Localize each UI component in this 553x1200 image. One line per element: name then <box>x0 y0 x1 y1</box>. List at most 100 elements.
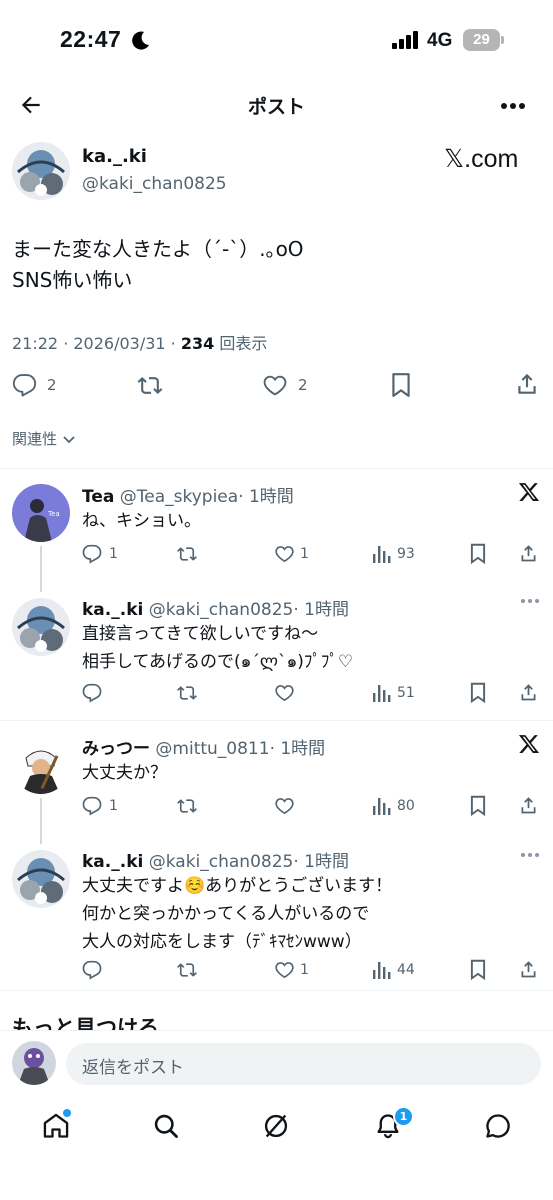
repost-button[interactable] <box>176 544 198 564</box>
reply-button[interactable] <box>82 796 102 816</box>
chevron-down-icon <box>62 435 76 445</box>
reply-time: · 1時間 <box>293 600 349 620</box>
like-button[interactable] <box>274 544 295 564</box>
avatar[interactable] <box>12 850 70 908</box>
like-button[interactable] <box>274 960 295 980</box>
like-count: 2 <box>298 376 308 394</box>
view-count: 80 <box>397 798 415 814</box>
like-button[interactable] <box>262 373 288 398</box>
view-count: 234 <box>180 334 215 353</box>
network-label: 4G <box>427 30 453 51</box>
avatar[interactable] <box>12 598 70 656</box>
x-logo-icon <box>518 481 540 503</box>
bookmark-button[interactable] <box>469 543 487 564</box>
divider <box>0 720 553 721</box>
signal-icon <box>392 31 420 49</box>
view-count: 51 <box>397 685 415 701</box>
author-name[interactable]: ka._.ki <box>82 852 143 872</box>
reply-header: ka._.ki @kaki_chan0825· 1時間 <box>82 847 349 872</box>
share-button[interactable] <box>514 371 540 397</box>
views-icon[interactable] <box>372 960 392 980</box>
battery-cap <box>501 36 504 44</box>
messages-icon[interactable] <box>484 1112 512 1140</box>
like-button[interactable] <box>274 796 295 816</box>
author-name[interactable]: Tea <box>82 487 114 507</box>
reply-text-line: 直接言ってきて欲しいですね〜 <box>82 624 319 644</box>
share-button[interactable] <box>518 543 539 564</box>
more-options-icon[interactable] <box>520 598 540 604</box>
reply-text-line: 何かと突っかかってくる人がいるので <box>82 904 370 924</box>
search-icon[interactable] <box>152 1112 180 1140</box>
divider <box>0 468 553 469</box>
page-title: ポスト <box>247 96 305 118</box>
moon-icon <box>132 30 150 50</box>
views-icon[interactable] <box>372 544 392 564</box>
reply-button[interactable] <box>12 373 37 398</box>
divider <box>0 990 553 991</box>
share-button[interactable] <box>518 795 539 816</box>
bookmark-button[interactable] <box>390 372 412 398</box>
reply-button[interactable] <box>82 683 102 703</box>
home-notification-dot <box>61 1107 73 1119</box>
view-count: 93 <box>397 546 415 562</box>
more-options-icon[interactable] <box>500 102 526 110</box>
grok-icon[interactable] <box>262 1112 290 1140</box>
svg-text:Tea: Tea <box>47 510 60 518</box>
reply-button[interactable] <box>82 544 102 564</box>
reply-time: · 1時間 <box>269 739 326 759</box>
reply-text-line: 相手してあげるので(๑´ლ`๑)ﾌﾟﾌﾟ♡ <box>82 652 354 672</box>
more-options-icon[interactable] <box>520 852 540 858</box>
views-icon[interactable] <box>372 683 392 703</box>
repost-button[interactable] <box>176 683 198 703</box>
author-name[interactable]: ka._.ki <box>82 600 143 620</box>
sort-label: 関連性 <box>12 430 58 448</box>
notifications-badge: 1 <box>393 1106 414 1127</box>
sort-selector[interactable]: 関連性 <box>12 428 76 449</box>
author-handle[interactable]: @kaki_chan0825 <box>149 852 294 872</box>
reply-text: ね、キショい。 <box>82 511 201 531</box>
thread-line <box>40 798 42 844</box>
post-timestamp: 21:22 · 2026/03/31 · <box>12 334 181 353</box>
view-label: 回表示 <box>214 334 268 353</box>
author-handle[interactable]: @kaki_chan0825 <box>149 600 294 620</box>
author-handle[interactable]: @kaki_chan0825 <box>82 174 227 194</box>
repost-button[interactable] <box>176 796 198 816</box>
bookmark-button[interactable] <box>469 959 487 980</box>
views-icon[interactable] <box>372 796 392 816</box>
repost-button[interactable] <box>136 373 164 398</box>
reply-time: · 1時間 <box>293 852 349 872</box>
reply-text-line: 大丈夫ですよ☺️ありがとうございます！ <box>82 876 393 896</box>
avatar[interactable]: Tea <box>12 484 70 542</box>
reply-time: · 1時間 <box>238 487 294 507</box>
reply-header: みっつー @mittu_0811· 1時間 <box>82 734 325 759</box>
battery-icon: 29 <box>463 29 500 51</box>
post-text: まーた変な人きたよ（´-`）.｡oO SNS怖い怖い <box>12 234 304 296</box>
author-name[interactable]: ka._.ki <box>82 146 147 167</box>
author-handle[interactable]: @mittu_0811 <box>155 739 269 759</box>
reply-text: 大丈夫ですよ☺️ありがとうございます！ 何かと突っかかってくる人がいるので 大人… <box>82 872 392 956</box>
avatar[interactable] <box>12 736 70 794</box>
avatar[interactable] <box>12 142 70 200</box>
reply-button[interactable] <box>82 960 102 980</box>
my-avatar[interactable] <box>12 1041 56 1085</box>
repost-button[interactable] <box>176 960 198 980</box>
reply-input[interactable]: 返信をポスト <box>66 1043 541 1085</box>
thread-line <box>40 546 42 592</box>
reply-header: Tea @Tea_skypiea· 1時間 <box>82 482 294 507</box>
like-button[interactable] <box>274 683 295 703</box>
like-count: 1 <box>300 962 309 978</box>
share-button[interactable] <box>518 959 539 980</box>
reply-text: 大丈夫か？ <box>82 763 167 783</box>
bookmark-button[interactable] <box>469 795 487 816</box>
x-logo-icon <box>518 733 540 755</box>
author-handle[interactable]: @Tea_skypiea <box>120 487 238 507</box>
source-label: 𝕏.com <box>444 145 519 173</box>
share-button[interactable] <box>518 682 539 703</box>
reply-text-line: 大人の対応をします（ﾃﾞｷﾏｾﾝwww） <box>82 932 362 952</box>
status-time: 22:47 <box>60 26 122 52</box>
bookmark-button[interactable] <box>469 682 487 703</box>
author-name[interactable]: みっつー <box>82 739 150 759</box>
post-text-line: まーた変な人きたよ（´-`）.｡oO <box>12 237 304 261</box>
view-count: 44 <box>397 962 415 978</box>
post-meta: 21:22 · 2026/03/31 · 234 回表示 <box>12 330 267 354</box>
